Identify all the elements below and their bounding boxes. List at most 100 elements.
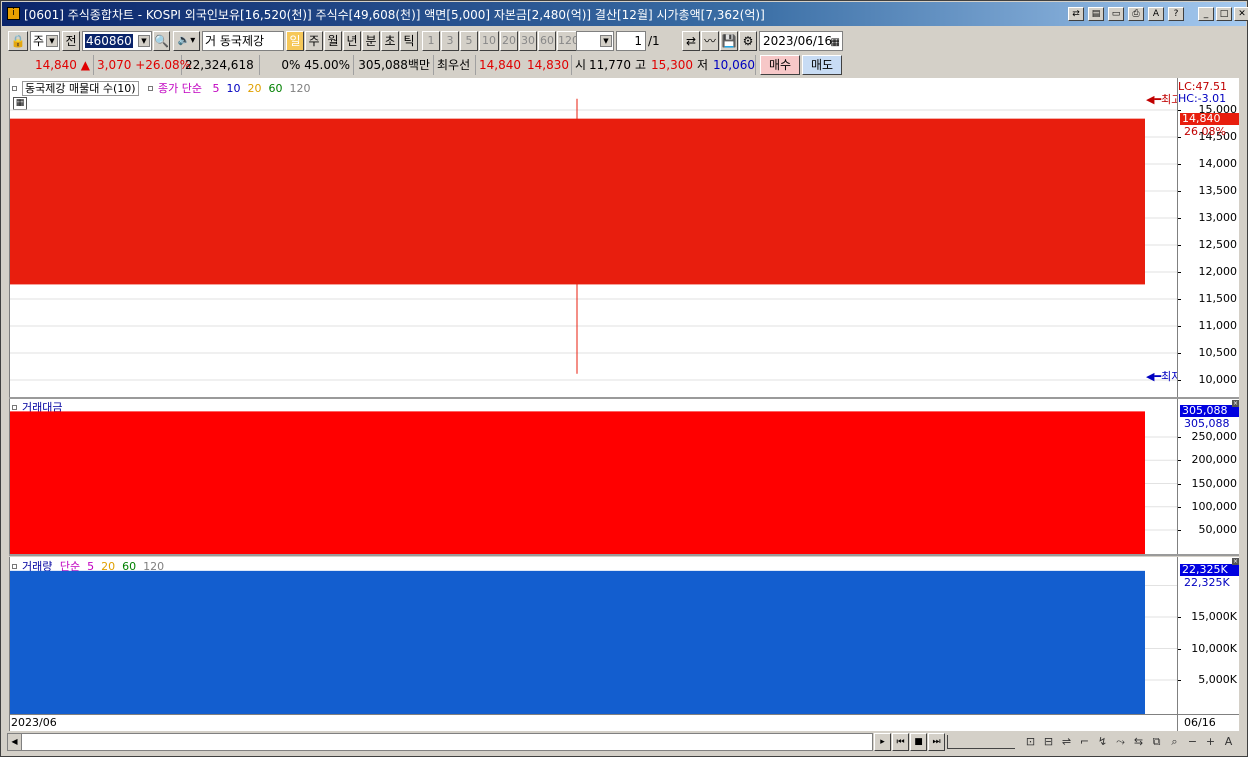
buy-button[interactable]: 매수 bbox=[760, 55, 800, 75]
volume-chart-svg bbox=[10, 570, 1178, 714]
period-button-3[interactable]: 년 bbox=[343, 31, 361, 51]
calendar-icon[interactable]: ▦ bbox=[831, 34, 840, 50]
minute-button-30[interactable]: 30 bbox=[519, 31, 537, 51]
current-volume-label: 22,325K bbox=[1184, 576, 1230, 589]
minute-button-60[interactable]: 60 bbox=[538, 31, 556, 51]
page-input[interactable]: 1 bbox=[616, 31, 646, 51]
minute-button-3[interactable]: 3 bbox=[441, 31, 459, 51]
zoom-out-icon[interactable]: − bbox=[1184, 734, 1201, 750]
price-tick-label: 10,000 bbox=[1198, 373, 1238, 386]
stock-code-input[interactable]: 460860 ▼ bbox=[82, 31, 152, 51]
price-tick-label: 13,000 bbox=[1198, 211, 1238, 224]
tool-b-icon[interactable]: ⊟ bbox=[1040, 734, 1057, 750]
font-icon[interactable]: A bbox=[1148, 7, 1164, 21]
minute-button-20[interactable]: 20 bbox=[500, 31, 518, 51]
stock-name-field[interactable]: 거 동국제강 bbox=[202, 31, 284, 51]
period-button-1[interactable]: 주 bbox=[305, 31, 323, 51]
minute-button-10[interactable]: 10 bbox=[479, 31, 499, 51]
zoom-in-icon[interactable]: + bbox=[1202, 734, 1219, 750]
scroll-left-icon[interactable]: ◀ bbox=[8, 734, 22, 750]
amount-tick-label: 100,000 bbox=[1191, 499, 1238, 513]
market-select[interactable]: 주 ▼ bbox=[30, 31, 60, 51]
period-button-4[interactable]: 분 bbox=[362, 31, 380, 51]
volume-chart-panel[interactable]: 거래량 단순 5 20 60 120 bbox=[9, 557, 1178, 714]
minute-button-5[interactable]: 5 bbox=[460, 31, 478, 51]
close-icon[interactable]: ✕ bbox=[1234, 7, 1248, 21]
zoom-slider[interactable] bbox=[947, 735, 1015, 749]
tool-e-icon[interactable]: ↯ bbox=[1094, 734, 1111, 750]
tool-d-icon[interactable]: ⌐ bbox=[1076, 734, 1093, 750]
help-icon[interactable]: ? bbox=[1168, 7, 1184, 21]
minute-button-1[interactable]: 1 bbox=[422, 31, 440, 51]
window-title: [0601] 주식종합차트 - KOSPI 외국인보유[16,520(천)] 주… bbox=[24, 8, 765, 22]
price-tick-mark bbox=[1178, 137, 1181, 138]
panel-divider[interactable] bbox=[9, 554, 1239, 556]
quote-bar: 14,840 ▲ 3,070 +26.08% 22,324,618 0% 45.… bbox=[2, 54, 1246, 76]
swap-icon[interactable]: ⇄ bbox=[682, 31, 700, 51]
tool-f-icon[interactable]: ⤳ bbox=[1112, 734, 1129, 750]
price-chart-panel[interactable]: 동국제강 매물대 수(10) 종가 단순 5 10 20 60 120 ▦ ◀━최고 ◀… bbox=[9, 78, 1181, 397]
text-size-icon[interactable]: A bbox=[1220, 734, 1237, 750]
best-price-label: 최우선 bbox=[434, 55, 476, 75]
date-axis-left: 2023/06 bbox=[11, 716, 57, 729]
tool-h-icon[interactable]: ⧉ bbox=[1148, 734, 1165, 750]
amount-tick-mark bbox=[1178, 437, 1181, 438]
volume-bar bbox=[10, 570, 1145, 714]
price-tick-mark bbox=[1178, 245, 1181, 246]
price-tick-label: 11,500 bbox=[1198, 292, 1238, 305]
window-icon[interactable]: ▭ bbox=[1108, 7, 1124, 21]
volume-tick-mark bbox=[1178, 680, 1181, 681]
period-button-6[interactable]: 틱 bbox=[400, 31, 418, 51]
custom-period-select[interactable]: ▼ bbox=[576, 31, 614, 51]
current-amount-badge: 305,088 bbox=[1180, 405, 1239, 417]
speaker-icon[interactable]: 🔈▾ bbox=[173, 31, 200, 51]
tool-a-icon[interactable]: ⊡ bbox=[1022, 734, 1039, 750]
page-total: /1 bbox=[648, 34, 660, 48]
print-icon[interactable]: ⎙ bbox=[1128, 7, 1144, 21]
lock-icon[interactable]: 🔒 bbox=[8, 31, 28, 51]
gear-icon[interactable]: ⚙ bbox=[739, 31, 757, 51]
up-arrow-icon: ▲ bbox=[80, 58, 90, 72]
link-icon[interactable]: ⇄ bbox=[1068, 7, 1084, 21]
period-button-5[interactable]: 초 bbox=[381, 31, 399, 51]
price-tick-mark bbox=[1178, 353, 1181, 354]
save-icon[interactable]: 💾 bbox=[720, 31, 738, 51]
amount-tick-mark bbox=[1178, 506, 1181, 508]
minute-button-120[interactable]: 120 bbox=[557, 31, 577, 51]
search-icon[interactable]: 🔍 bbox=[153, 31, 170, 51]
clipboard-icon[interactable]: ▤ bbox=[1088, 7, 1104, 21]
maximize-icon[interactable]: □ bbox=[1216, 7, 1232, 21]
magnifier-icon[interactable]: ⌕ bbox=[1166, 734, 1183, 750]
sell-button[interactable]: 매도 bbox=[802, 55, 842, 75]
price-tick-label: 11,000 bbox=[1198, 319, 1238, 332]
volume-value: 22,324,618 bbox=[182, 55, 260, 75]
price-tick-mark bbox=[1178, 191, 1181, 192]
minimize-icon[interactable]: _ bbox=[1198, 7, 1214, 21]
period-button-2[interactable]: 월 bbox=[324, 31, 342, 51]
volume-tick-mark bbox=[1178, 648, 1181, 650]
prev-button[interactable]: 전 bbox=[62, 31, 80, 51]
close-icon[interactable]: × bbox=[1232, 558, 1239, 565]
chart-line-icon[interactable]: 〰 bbox=[701, 31, 719, 51]
amount-tick-label: 150,000 bbox=[1191, 476, 1238, 490]
best-bid-value: 14,830 bbox=[524, 55, 572, 75]
volume-tick-label: 5,000K bbox=[1198, 673, 1237, 686]
price-tick-mark bbox=[1178, 380, 1181, 381]
tool-c-icon[interactable]: ⇌ bbox=[1058, 734, 1075, 750]
price-value: 14,840 ▲ bbox=[8, 55, 94, 75]
amount-tick-mark bbox=[1178, 483, 1181, 485]
price-tick-label: 13,500 bbox=[1198, 184, 1238, 197]
stop-icon[interactable]: ■ bbox=[910, 733, 927, 751]
period-button-0[interactable]: 일 bbox=[286, 31, 304, 51]
date-input[interactable]: 2023/06/16 ▦ bbox=[759, 31, 843, 51]
price-chart-svg bbox=[10, 98, 1178, 381]
price-tick-mark bbox=[1178, 272, 1181, 273]
tool-g-icon[interactable]: ⇆ bbox=[1130, 734, 1147, 750]
last-icon[interactable]: ⏭ bbox=[928, 733, 945, 751]
first-icon[interactable]: ⏮ bbox=[892, 733, 909, 751]
scroll-right-icon[interactable]: ▸ bbox=[874, 733, 891, 751]
app-icon[interactable]: i bbox=[7, 7, 20, 20]
amount-chart-panel[interactable]: 거래대금 bbox=[9, 399, 1178, 554]
horizontal-scrollbar[interactable]: ◀ bbox=[7, 733, 873, 751]
close-icon[interactable]: × bbox=[1232, 400, 1239, 407]
